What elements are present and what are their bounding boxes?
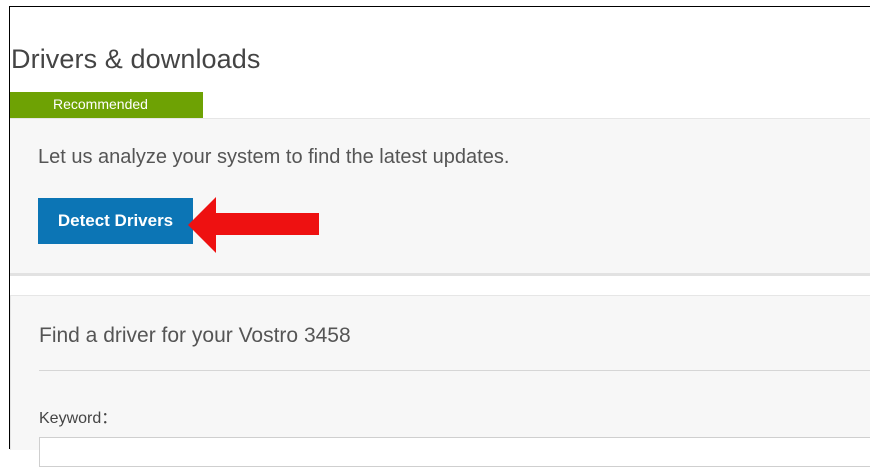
section-divider xyxy=(10,273,870,276)
analyze-description: Let us analyze your system to find the l… xyxy=(38,146,510,168)
page-frame: Drivers & downloads Recommended Let us a… xyxy=(0,0,870,467)
find-driver-panel: Find a driver for your Vostro 3458 Keywo… xyxy=(10,295,870,467)
heading-divider xyxy=(39,370,870,371)
recommended-tag-label: Recommended xyxy=(53,96,148,112)
detect-drivers-button[interactable]: Detect Drivers xyxy=(38,198,193,244)
keyword-label: Keyword： xyxy=(39,410,118,427)
recommended-tag: Recommended xyxy=(10,92,203,118)
recommended-panel: Let us analyze your system to find the l… xyxy=(10,118,870,274)
red-arrow-left-icon xyxy=(188,197,319,253)
page-title: Drivers & downloads xyxy=(11,44,261,74)
frame-top-border xyxy=(9,6,870,7)
find-driver-heading: Find a driver for your Vostro 3458 xyxy=(39,324,351,347)
keyword-input[interactable] xyxy=(39,437,870,467)
